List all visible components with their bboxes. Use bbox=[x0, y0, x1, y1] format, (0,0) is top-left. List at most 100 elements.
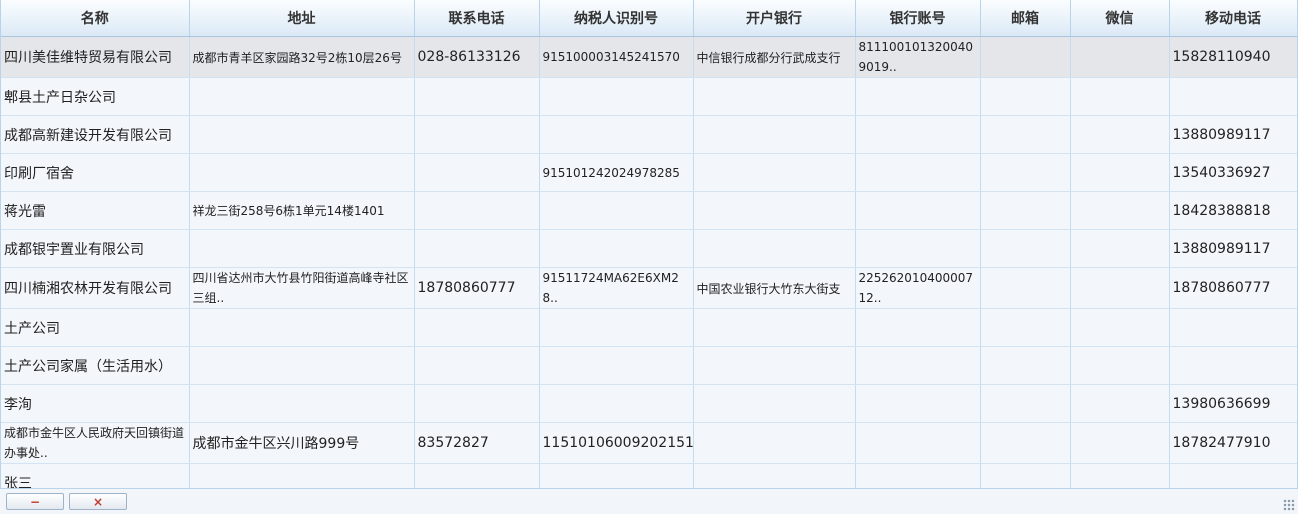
cell-wechat[interactable] bbox=[1070, 153, 1170, 192]
cell-wechat[interactable] bbox=[1070, 346, 1170, 385]
column-header-email[interactable]: 邮箱 bbox=[980, 0, 1071, 37]
cell-wechat[interactable] bbox=[1070, 191, 1170, 230]
column-header-bank-account[interactable]: 银行账号 bbox=[855, 0, 981, 37]
cell-address[interactable]: 祥龙三街258号6栋1单元14楼1401 bbox=[189, 191, 415, 230]
column-header-tax-id[interactable]: 纳税人识别号 bbox=[539, 0, 694, 37]
cell-bank[interactable] bbox=[693, 346, 856, 385]
cell-phone[interactable] bbox=[414, 115, 540, 154]
resize-grip-icon[interactable] bbox=[1283, 499, 1295, 511]
cell-phone[interactable] bbox=[414, 153, 540, 192]
cell-phone[interactable] bbox=[414, 463, 540, 488]
cell-wechat[interactable] bbox=[1070, 308, 1170, 347]
cell-tax-id[interactable]: 11510106009202151N bbox=[539, 422, 694, 464]
cell-phone[interactable] bbox=[414, 308, 540, 347]
cell-tax-id[interactable] bbox=[539, 308, 694, 347]
cell-address[interactable] bbox=[189, 308, 415, 347]
cell-name[interactable]: 土产公司家属（生活用水） bbox=[1, 346, 190, 385]
cell-wechat[interactable] bbox=[1070, 115, 1170, 154]
cell-tax-id[interactable]: 91511724MA62E6XM2 8.. bbox=[539, 267, 694, 309]
cell-bank-account[interactable] bbox=[855, 422, 981, 464]
cell-wechat[interactable] bbox=[1070, 384, 1170, 423]
table-row[interactable]: 土产公司 bbox=[1, 308, 1297, 347]
table-row[interactable]: 蒋光雷 祥龙三街258号6栋1单元14楼1401 18428388818 bbox=[1, 191, 1297, 230]
cell-mobile[interactable]: 18780860777 bbox=[1169, 267, 1297, 309]
delete-row-button[interactable]: × bbox=[69, 493, 127, 510]
column-header-mobile[interactable]: 移动电话 bbox=[1169, 0, 1297, 37]
cell-wechat[interactable] bbox=[1070, 267, 1170, 309]
cell-name[interactable]: 成都高新建设开发有限公司 bbox=[1, 115, 190, 154]
cell-address[interactable] bbox=[189, 153, 415, 192]
cell-bank[interactable] bbox=[693, 153, 856, 192]
column-header-wechat[interactable]: 微信 bbox=[1070, 0, 1170, 37]
cell-name[interactable]: 成都银宇置业有限公司 bbox=[1, 229, 190, 268]
cell-email[interactable] bbox=[980, 267, 1071, 309]
cell-tax-id[interactable] bbox=[539, 229, 694, 268]
cell-address[interactable] bbox=[189, 115, 415, 154]
table-row[interactable]: 印刷厂宿舍 915101242024978285 13540336927 bbox=[1, 153, 1297, 192]
cell-phone[interactable]: 83572827 bbox=[414, 422, 540, 464]
cell-mobile[interactable] bbox=[1169, 77, 1297, 116]
cell-email[interactable] bbox=[980, 77, 1071, 116]
cell-bank[interactable] bbox=[693, 115, 856, 154]
table-row[interactable]: 张三 bbox=[1, 463, 1297, 488]
cell-email[interactable] bbox=[980, 115, 1071, 154]
cell-address[interactable] bbox=[189, 463, 415, 488]
cell-mobile[interactable]: 18782477910 bbox=[1169, 422, 1297, 464]
column-header-phone[interactable]: 联系电话 bbox=[414, 0, 540, 37]
cell-email[interactable] bbox=[980, 422, 1071, 464]
cell-name[interactable]: 印刷厂宿舍 bbox=[1, 153, 190, 192]
cell-phone[interactable] bbox=[414, 77, 540, 116]
cell-phone[interactable]: 028-86133126 bbox=[414, 36, 540, 78]
cell-tax-id[interactable] bbox=[539, 346, 694, 385]
table-row[interactable]: 土产公司家属（生活用水） bbox=[1, 346, 1297, 385]
cell-tax-id[interactable]: 915101242024978285 bbox=[539, 153, 694, 192]
cell-name[interactable]: 四川美佳维特贸易有限公司 bbox=[1, 36, 190, 78]
table-row[interactable]: 成都市金牛区人民政府天回镇街道办事处.. 成都市金牛区兴川路999号 83572… bbox=[1, 422, 1297, 464]
cell-bank-account[interactable] bbox=[855, 77, 981, 116]
cell-bank-account[interactable] bbox=[855, 191, 981, 230]
cell-mobile[interactable]: 15828110940 bbox=[1169, 36, 1297, 78]
cell-email[interactable] bbox=[980, 346, 1071, 385]
cell-bank[interactable] bbox=[693, 229, 856, 268]
cell-bank-account[interactable] bbox=[855, 346, 981, 385]
cell-name[interactable]: 四川楠湘农林开发有限公司 bbox=[1, 267, 190, 309]
cell-wechat[interactable] bbox=[1070, 36, 1170, 78]
cell-name[interactable]: 张三 bbox=[1, 463, 190, 488]
cell-bank[interactable] bbox=[693, 422, 856, 464]
cell-wechat[interactable] bbox=[1070, 77, 1170, 116]
cell-tax-id[interactable] bbox=[539, 77, 694, 116]
cell-tax-id[interactable] bbox=[539, 463, 694, 488]
cell-name[interactable]: 蒋光雷 bbox=[1, 191, 190, 230]
cell-phone[interactable] bbox=[414, 384, 540, 423]
cell-phone[interactable]: 18780860777 bbox=[414, 267, 540, 309]
cell-bank[interactable] bbox=[693, 463, 856, 488]
cell-bank-account[interactable] bbox=[855, 115, 981, 154]
cell-phone[interactable] bbox=[414, 346, 540, 385]
cell-bank[interactable] bbox=[693, 191, 856, 230]
cell-email[interactable] bbox=[980, 36, 1071, 78]
cell-email[interactable] bbox=[980, 191, 1071, 230]
cell-mobile[interactable]: 13880989117 bbox=[1169, 229, 1297, 268]
table-row[interactable]: 李洵 13980636699 bbox=[1, 384, 1297, 423]
cell-tax-id[interactable]: 915100003145241570 bbox=[539, 36, 694, 78]
cell-name[interactable]: 成都市金牛区人民政府天回镇街道办事处.. bbox=[1, 422, 190, 464]
cell-phone[interactable] bbox=[414, 191, 540, 230]
cell-email[interactable] bbox=[980, 463, 1071, 488]
cell-bank[interactable] bbox=[693, 308, 856, 347]
cell-mobile[interactable] bbox=[1169, 463, 1297, 488]
cell-mobile[interactable]: 13980636699 bbox=[1169, 384, 1297, 423]
cell-address[interactable] bbox=[189, 384, 415, 423]
table-row[interactable]: 四川楠湘农林开发有限公司 四川省达州市大竹县竹阳街道高峰寺社区三组.. 1878… bbox=[1, 267, 1297, 309]
cell-wechat[interactable] bbox=[1070, 422, 1170, 464]
cell-address[interactable]: 成都市金牛区兴川路999号 bbox=[189, 422, 415, 464]
cell-email[interactable] bbox=[980, 229, 1071, 268]
cell-wechat[interactable] bbox=[1070, 463, 1170, 488]
table-row[interactable]: 四川美佳维特贸易有限公司 成都市青羊区家园路32号2栋10层26号 028-86… bbox=[1, 36, 1297, 78]
remove-row-button[interactable]: − bbox=[6, 493, 64, 510]
cell-bank-account[interactable] bbox=[855, 308, 981, 347]
cell-email[interactable] bbox=[980, 308, 1071, 347]
cell-name[interactable]: 郫县土产日杂公司 bbox=[1, 77, 190, 116]
table-row[interactable]: 成都银宇置业有限公司 13880989117 bbox=[1, 229, 1297, 268]
cell-phone[interactable] bbox=[414, 229, 540, 268]
cell-name[interactable]: 李洵 bbox=[1, 384, 190, 423]
